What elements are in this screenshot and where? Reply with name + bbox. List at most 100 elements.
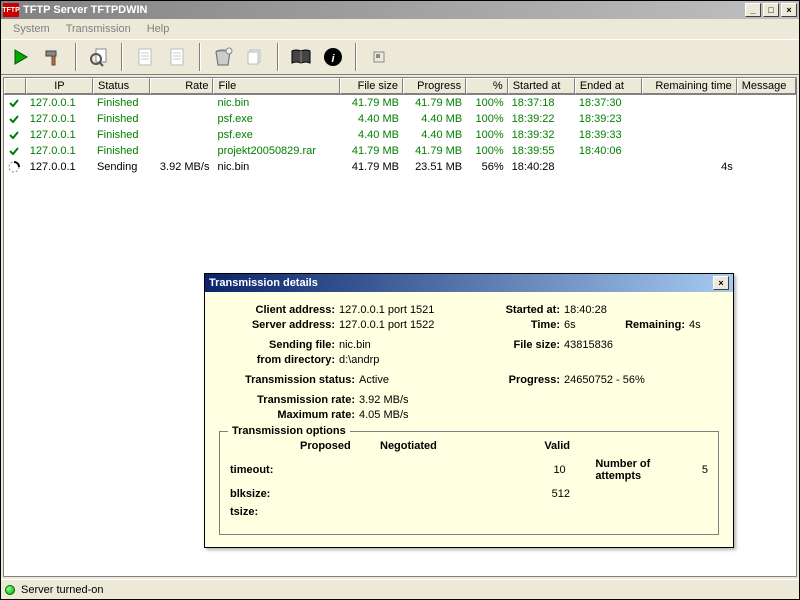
table-row[interactable]: 127.0.0.1Finishednic.bin41.79 MB41.79 MB… (4, 95, 796, 111)
cell-progress: 23.51 MB (403, 161, 466, 173)
app-window: TFTP TFTP Server TFTPDWIN _ □ × System T… (0, 0, 800, 600)
small-tool-button[interactable] (365, 43, 393, 71)
start-button[interactable] (7, 43, 35, 71)
label-rate: Transmission rate: (219, 394, 359, 406)
cell-file: nic.bin (213, 161, 339, 173)
cell-pct: 100% (466, 145, 508, 157)
toolbar-separator (121, 43, 123, 71)
toolbar: i (1, 39, 799, 75)
doc1-button[interactable] (131, 43, 159, 71)
cell-file: nic.bin (213, 97, 339, 109)
value-time: 6s (564, 319, 614, 331)
cell-file: projekt20050829.rar (213, 145, 339, 157)
cell-status: Finished (93, 113, 150, 125)
cell-ip: 127.0.0.1 (26, 97, 93, 109)
col-file[interactable]: File (213, 78, 339, 94)
menu-transmission[interactable]: Transmission (58, 21, 139, 37)
value-timeout: 10 (467, 464, 566, 476)
label-timeout: timeout: (230, 464, 299, 476)
toolbar-separator (75, 43, 77, 71)
value-attempts: 5 (698, 464, 708, 476)
trash-button[interactable] (209, 43, 237, 71)
col-status[interactable]: Status (93, 78, 150, 94)
menu-system[interactable]: System (5, 21, 58, 37)
app-icon: TFTP (3, 3, 19, 17)
label-attempts: Number of attempts (595, 458, 698, 482)
menubar: System Transmission Help (1, 19, 799, 39)
col-started[interactable]: Started at (508, 78, 575, 94)
cell-remaining: 4s (642, 161, 737, 173)
cell-file: psf.exe (213, 129, 339, 141)
col-ip[interactable]: IP (26, 78, 93, 94)
status-text: Server turned-on (21, 584, 104, 596)
value-max-rate: 4.05 MB/s (359, 409, 409, 421)
cell-size: 41.79 MB (340, 161, 403, 173)
table-row[interactable]: 127.0.0.1Sending3.92 MB/snic.bin41.79 MB… (4, 159, 796, 175)
docs-button[interactable] (241, 43, 269, 71)
value-status: Active (359, 374, 489, 386)
cell-size: 4.40 MB (340, 129, 403, 141)
info-icon: i (323, 47, 343, 67)
cell-started: 18:37:18 (508, 97, 575, 109)
header-negotiated: Negotiated (380, 440, 470, 452)
table-row[interactable]: 127.0.0.1Finishedpsf.exe4.40 MB4.40 MB10… (4, 127, 796, 143)
cell-status: Finished (93, 129, 150, 141)
col-ended[interactable]: Ended at (575, 78, 642, 94)
col-progress[interactable]: Progress (403, 78, 466, 94)
cell-pct: 100% (466, 97, 508, 109)
book-button[interactable] (287, 43, 315, 71)
cell-file: psf.exe (213, 113, 339, 125)
label-blksize: blksize: (230, 488, 300, 500)
toolbar-separator (199, 43, 201, 71)
cell-rate: 3.92 MB/s (150, 161, 213, 173)
col-rate[interactable]: Rate (150, 78, 213, 94)
dialog-close-button[interactable]: × (713, 276, 729, 290)
value-rate: 3.92 MB/s (359, 394, 409, 406)
cell-started: 18:39:22 (508, 113, 575, 125)
value-progress: 24650752 - 56% (564, 374, 645, 386)
col-filesize[interactable]: File size (340, 78, 403, 94)
cell-ip: 127.0.0.1 (26, 129, 93, 141)
col-icon[interactable] (4, 78, 26, 94)
label-time: Time: (489, 319, 564, 331)
table-row[interactable]: 127.0.0.1Finishedpsf.exe4.40 MB4.40 MB10… (4, 111, 796, 127)
maximize-button[interactable]: □ (763, 3, 779, 17)
table-body: 127.0.0.1Finishednic.bin41.79 MB41.79 MB… (4, 95, 796, 175)
col-pct[interactable]: % (466, 78, 508, 94)
doc2-button[interactable] (163, 43, 191, 71)
cell-ended: 18:39:23 (575, 113, 642, 125)
cell-started: 18:40:28 (508, 161, 575, 173)
document-icon (168, 47, 186, 67)
col-remaining[interactable]: Remaining time (642, 78, 737, 94)
label-from-dir: from directory: (219, 354, 339, 366)
label-status: Transmission status: (219, 374, 359, 386)
cell-size: 41.79 MB (340, 97, 403, 109)
label-server: Server address: (219, 319, 339, 331)
options-legend: Transmission options (228, 425, 350, 437)
close-button[interactable]: × (781, 3, 797, 17)
value-client: 127.0.0.1 port 1521 (339, 304, 489, 316)
toolbar-separator (277, 43, 279, 71)
dialog-title: Transmission details (209, 277, 713, 289)
table-header: IP Status Rate File File size Progress %… (4, 78, 796, 95)
window-title: TFTP Server TFTPDWIN (23, 4, 745, 16)
info-button[interactable]: i (319, 43, 347, 71)
small-square-icon (372, 50, 386, 64)
value-remaining: 4s (689, 319, 701, 331)
cell-progress: 4.40 MB (403, 129, 466, 141)
menu-help[interactable]: Help (139, 21, 178, 37)
table-row[interactable]: 127.0.0.1Finishedprojekt20050829.rar41.7… (4, 143, 796, 159)
transfer-details-button[interactable] (85, 43, 113, 71)
cell-status: Finished (93, 145, 150, 157)
transmission-options-group: Transmission options Proposed Negotiated… (219, 431, 719, 535)
check-icon (4, 145, 26, 157)
minimize-button[interactable]: _ (745, 3, 761, 17)
trash-icon (212, 46, 234, 68)
col-message[interactable]: Message (737, 78, 796, 94)
stop-server-button[interactable] (39, 43, 67, 71)
label-tsize: tsize: (230, 506, 300, 518)
value-started: 18:40:28 (564, 304, 607, 316)
cell-pct: 100% (466, 129, 508, 141)
dialog-titlebar: Transmission details × (205, 274, 733, 292)
cell-status: Sending (93, 161, 150, 173)
